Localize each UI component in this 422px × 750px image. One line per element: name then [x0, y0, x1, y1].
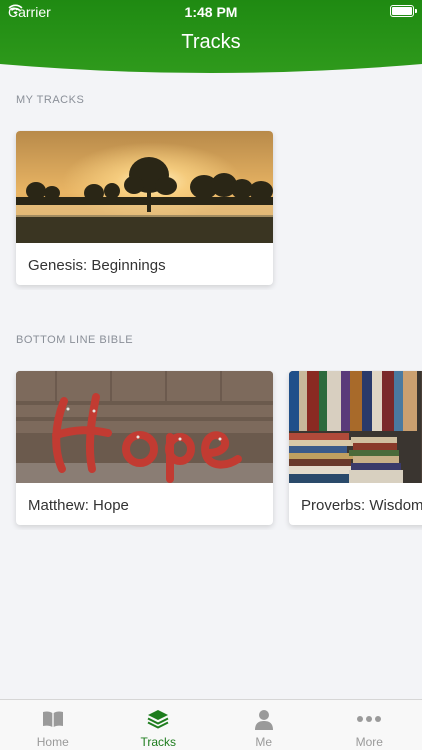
page-title: Tracks — [181, 31, 241, 53]
tab-label: Me — [255, 735, 273, 749]
section-label-my-tracks: MY TRACKS — [16, 94, 85, 106]
tab-label: Home — [36, 735, 69, 749]
tab-label: More — [355, 735, 383, 749]
bottom-line-row[interactable]: Matthew: Hope Proverbs: Wisdom — [0, 370, 422, 530]
track-card-title: Proverbs: Wisdom — [301, 497, 422, 514]
tab-more[interactable]: More — [317, 700, 422, 750]
track-card-proverbs[interactable]: Proverbs: Wisdom — [289, 371, 422, 525]
tab-home[interactable]: Home — [0, 700, 106, 750]
ellipsis-icon — [357, 716, 382, 722]
tab-me[interactable]: Me — [211, 700, 317, 750]
layers-icon — [147, 710, 169, 729]
track-card-title: Matthew: Hope — [28, 497, 129, 514]
track-card-title: Genesis: Beginnings — [28, 257, 166, 274]
sunrise-trees-image — [16, 131, 273, 243]
person-icon — [254, 710, 273, 730]
status-time: 1:48 PM — [184, 4, 238, 20]
track-card-matthew[interactable]: Matthew: Hope — [16, 371, 273, 525]
nav-header: Carrier 1:48 PM Tracks — [0, 0, 422, 78]
status-bar: Carrier 1:48 PM — [0, 0, 422, 22]
tab-label: Tracks — [140, 735, 177, 749]
section-label-bottom-line-bible: BOTTOM LINE BIBLE — [16, 334, 134, 346]
hope-sign-image — [16, 371, 273, 483]
tab-tracks[interactable]: Tracks — [106, 700, 212, 750]
tab-bar: Home Tracks Me More — [0, 699, 422, 750]
battery-icon — [390, 5, 417, 17]
book-icon — [42, 711, 63, 727]
bookshelf-image — [289, 371, 422, 483]
my-tracks-row[interactable]: Genesis: Beginnings — [0, 130, 422, 290]
track-card-genesis[interactable]: Genesis: Beginnings — [16, 131, 273, 285]
